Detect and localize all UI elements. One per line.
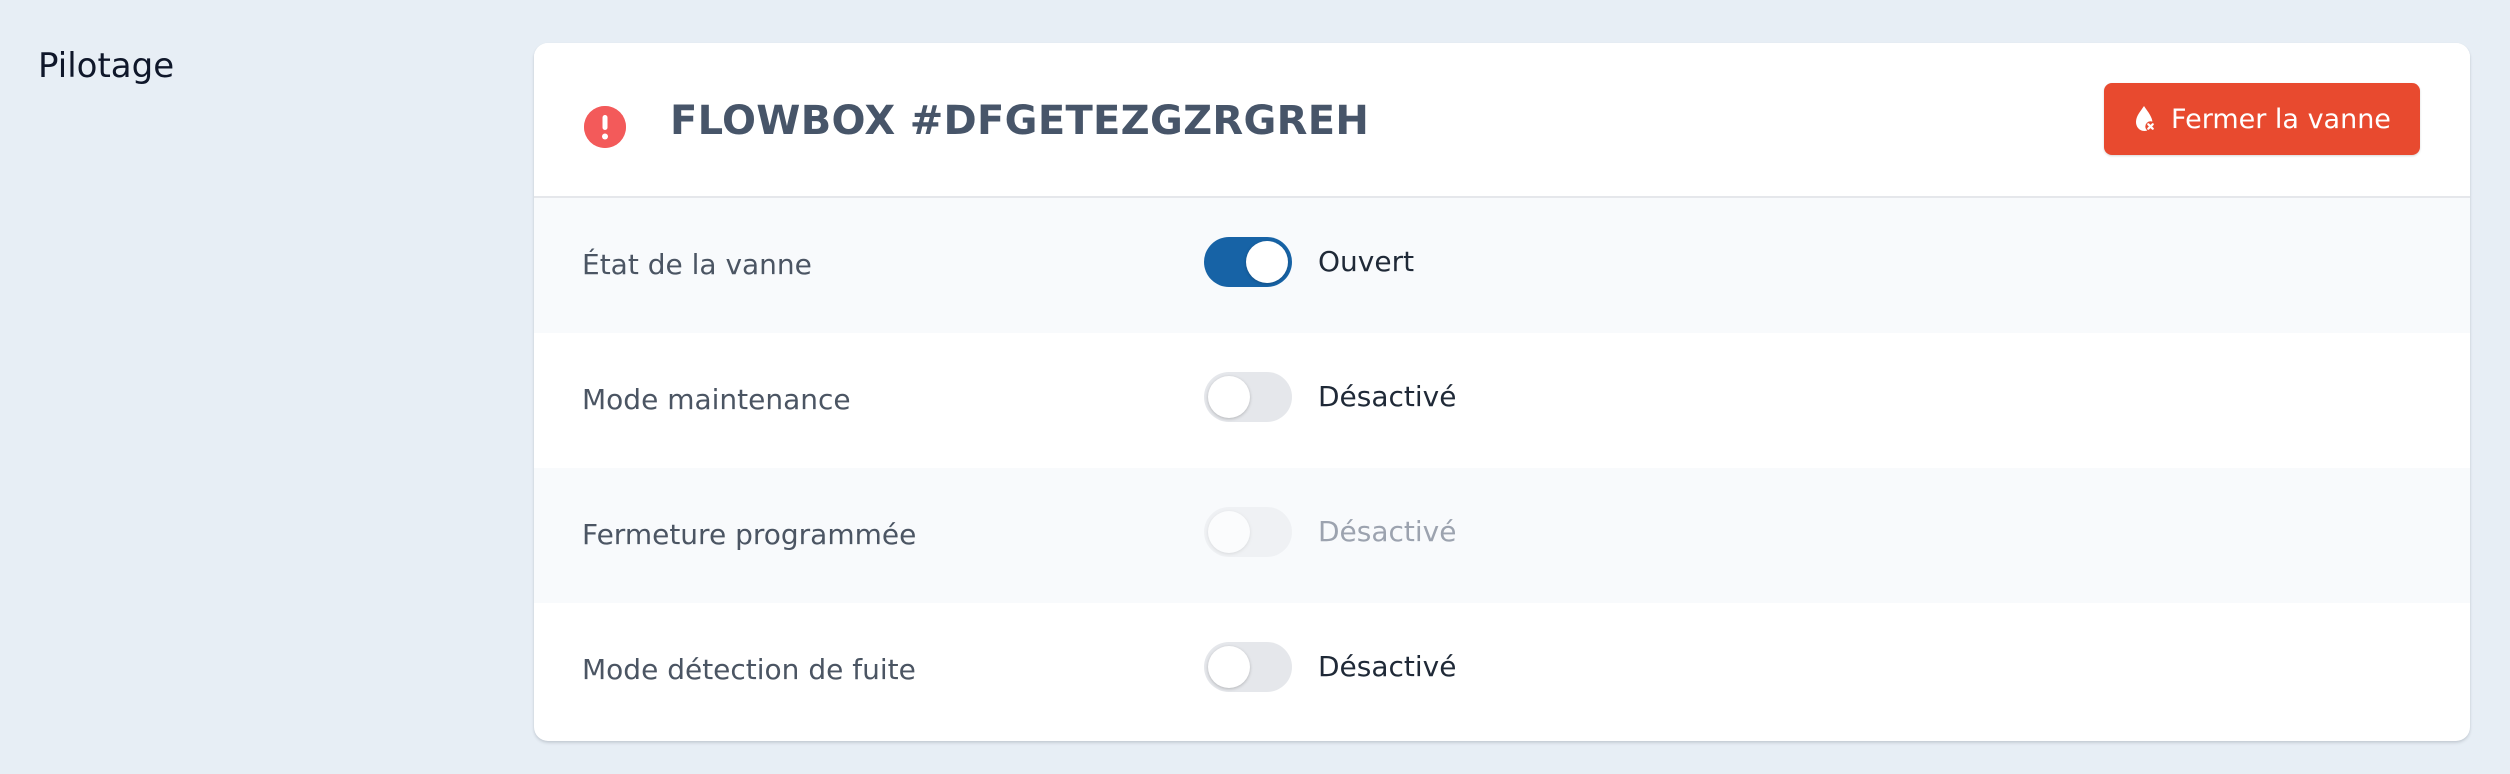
setting-row-leak-detection-mode: Mode détection de fuite Désactivé <box>534 603 2470 738</box>
setting-label: Fermeture programmée <box>582 518 917 551</box>
maintenance-mode-control: Désactivé <box>1204 372 1456 422</box>
toggle-knob <box>1208 646 1250 688</box>
leak-detection-mode-toggle[interactable] <box>1204 642 1292 692</box>
leak-detection-mode-control: Désactivé <box>1204 642 1456 692</box>
toggle-knob <box>1246 241 1288 283</box>
maintenance-mode-toggle[interactable] <box>1204 372 1292 422</box>
close-valve-button[interactable]: Fermer la vanne <box>2104 83 2420 155</box>
setting-label: État de la vanne <box>582 248 812 281</box>
maintenance-mode-value: Désactivé <box>1318 380 1457 413</box>
setting-label: Mode maintenance <box>582 383 851 416</box>
valve-state-control: Ouvert <box>1204 237 1414 287</box>
setting-label: Mode détection de fuite <box>582 653 916 686</box>
setting-row-valve-state: État de la vanne Ouvert <box>534 198 2470 333</box>
scheduled-closing-toggle <box>1204 507 1292 557</box>
toggle-knob <box>1208 376 1250 418</box>
setting-row-scheduled-closing: Fermeture programmée Désactivé <box>534 468 2470 603</box>
leak-detection-mode-value: Désactivé <box>1318 650 1457 683</box>
close-valve-label: Fermer la vanne <box>2171 103 2391 135</box>
alert-circle-icon <box>584 106 626 148</box>
valve-state-value: Ouvert <box>1318 245 1415 278</box>
valve-control-card: FLOWBOX #DFGETEZGZRGREH Fermer la vanne … <box>534 43 2470 741</box>
setting-row-maintenance-mode: Mode maintenance Désactivé <box>534 333 2470 468</box>
scheduled-closing-control: Désactivé <box>1204 507 1456 557</box>
device-title: FLOWBOX #DFGETEZGZRGREH <box>670 98 1370 144</box>
card-header: FLOWBOX #DFGETEZGZRGREH Fermer la vanne <box>534 43 2470 198</box>
page-title: Pilotage <box>38 46 175 86</box>
scheduled-closing-value: Désactivé <box>1318 515 1457 548</box>
toggle-knob <box>1208 511 1250 553</box>
settings-list: État de la vanne Ouvert Mode maintenance… <box>534 198 2470 738</box>
valve-state-toggle[interactable] <box>1204 237 1292 287</box>
droplet-off-icon <box>2133 105 2157 133</box>
